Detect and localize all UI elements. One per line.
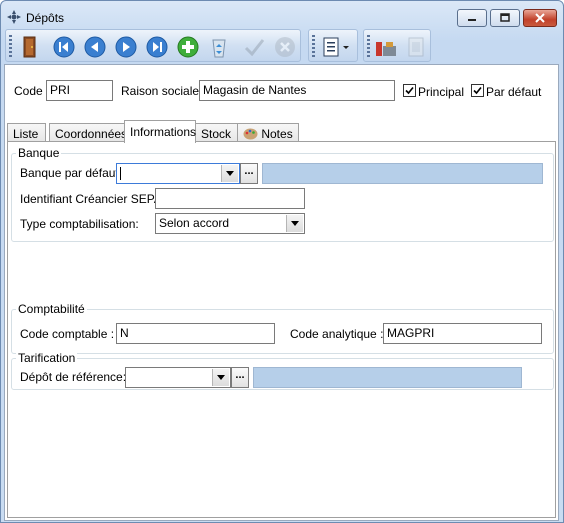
title-bar[interactable]: Dépôts xyxy=(1,1,563,31)
delete-button[interactable] xyxy=(207,35,231,59)
tab-label: Coordonnées xyxy=(55,127,128,141)
previous-record-icon xyxy=(84,36,106,58)
banque-group-title: Banque xyxy=(16,146,62,160)
report-dropdown-icon xyxy=(323,37,349,57)
code-analytique-label: Code analytique : xyxy=(290,327,384,341)
toolbar-grip[interactable] xyxy=(367,35,370,57)
depot-tool-button[interactable] xyxy=(374,35,398,59)
minimize-icon xyxy=(468,19,476,21)
depots-window: Dépôts Code: PRI Raison sociale: Magas… xyxy=(0,0,564,523)
report-menu-button[interactable] xyxy=(321,35,353,59)
depot-reference-combo[interactable] xyxy=(125,367,231,388)
code-comptable-input[interactable]: N xyxy=(116,323,275,344)
tab-stock[interactable]: Stock xyxy=(195,123,238,142)
sepa-label: Identifiant Créancier SEPA: xyxy=(20,192,166,206)
tab-informations[interactable]: Informations xyxy=(124,120,196,143)
first-record-button[interactable] xyxy=(52,35,76,59)
tarification-group: Tarification Dépôt de référence: ... xyxy=(11,351,554,390)
comptabilite-group-title: Comptabilité xyxy=(16,302,87,316)
comptabilite-group: Comptabilité Code comptable : N Code ana… xyxy=(11,302,554,354)
previous-record-button[interactable] xyxy=(83,35,107,59)
banque-par-defaut-combo[interactable] xyxy=(116,163,240,184)
exit-button[interactable] xyxy=(18,35,42,59)
form-content: Code : PRI Raison sociale : Magasin de N… xyxy=(4,64,559,521)
warehouse-icon xyxy=(376,42,396,56)
chevron-down-icon xyxy=(217,375,225,380)
checkmark-icon xyxy=(405,86,414,95)
document-copy-icon xyxy=(408,37,424,57)
cancel-button[interactable] xyxy=(273,35,297,59)
validate-button[interactable] xyxy=(242,35,266,59)
close-button[interactable] xyxy=(523,9,557,27)
toolbar-group-report xyxy=(308,29,358,62)
toolbar-grip[interactable] xyxy=(9,35,12,57)
tarification-group-title: Tarification xyxy=(16,351,78,365)
informations-panel: Banque Banque par défaut : ... Identifia… xyxy=(7,141,556,518)
banque-dropdown-button[interactable] xyxy=(221,165,238,182)
tab-label: Liste xyxy=(13,127,39,141)
maximize-button[interactable] xyxy=(490,9,520,27)
banque-browse-button[interactable]: ... xyxy=(240,163,258,184)
code-comptable-label: Code comptable : xyxy=(20,327,115,341)
copy-button[interactable] xyxy=(404,35,428,59)
raison-sociale-input[interactable]: Magasin de Nantes xyxy=(199,80,395,101)
maximize-icon xyxy=(500,13,510,22)
tab-label: Informations xyxy=(130,125,197,139)
header-fields: Code : PRI Raison sociale : Magasin de N… xyxy=(5,65,558,117)
type-comptabilisation-value: Selon accord xyxy=(159,216,230,230)
last-record-button[interactable] xyxy=(145,35,169,59)
last-record-icon xyxy=(146,36,168,58)
cancel-icon xyxy=(275,37,295,57)
door-exit-icon xyxy=(23,36,36,58)
notes-palette-icon xyxy=(243,128,258,140)
principal-label: Principal xyxy=(418,85,465,99)
type-comptabilisation-label: Type comptabilisation: xyxy=(20,217,139,231)
tab-label: Notes xyxy=(261,127,293,141)
banque-description-field xyxy=(262,163,543,184)
code-input[interactable]: PRI xyxy=(46,80,113,101)
depot-dropdown-button[interactable] xyxy=(212,369,229,386)
chevron-down-icon xyxy=(291,221,299,226)
tab-notes[interactable]: Notes xyxy=(237,123,299,142)
tab-liste[interactable]: Liste xyxy=(7,123,46,142)
par-defaut-checkbox[interactable] xyxy=(471,84,484,97)
text-caret xyxy=(120,167,121,181)
principal-checkbox[interactable] xyxy=(403,84,416,97)
next-record-icon xyxy=(115,36,137,58)
window-title: Dépôts xyxy=(26,11,65,25)
add-icon xyxy=(177,36,199,58)
toolbar-grip[interactable] xyxy=(312,35,315,57)
minimize-button[interactable] xyxy=(457,9,487,27)
toolbar-group-navigation xyxy=(5,29,301,62)
tab-coordonnees[interactable]: Coordonnées xyxy=(49,123,128,142)
banque-group: Banque Banque par défaut : ... Identifia… xyxy=(11,146,554,242)
app-icon xyxy=(7,10,21,24)
close-icon xyxy=(535,13,545,23)
tab-label: Stock xyxy=(201,127,232,141)
chevron-down-icon xyxy=(226,171,234,176)
banque-par-defaut-label: Banque par défaut : xyxy=(20,166,126,180)
toolbar-group-tools xyxy=(363,29,431,62)
depot-description-field xyxy=(253,367,522,388)
raison-sociale-label: Raison sociale : xyxy=(121,84,206,98)
type-comptabilisation-select[interactable]: Selon accord xyxy=(155,213,305,234)
add-button[interactable] xyxy=(176,35,200,59)
recycle-bin-icon xyxy=(212,39,226,58)
next-record-button[interactable] xyxy=(114,35,138,59)
checkmark-icon xyxy=(473,86,482,95)
sepa-input[interactable] xyxy=(155,188,305,209)
type-dropdown-button[interactable] xyxy=(286,215,303,232)
depot-browse-button[interactable]: ... xyxy=(231,367,249,388)
code-label: Code : xyxy=(14,84,50,98)
checkmark-icon xyxy=(244,39,265,57)
first-record-icon xyxy=(53,36,75,58)
depot-reference-label: Dépôt de référence: xyxy=(20,370,127,384)
par-defaut-label: Par défaut xyxy=(486,85,542,99)
code-analytique-input[interactable]: MAGPRI xyxy=(383,323,542,344)
